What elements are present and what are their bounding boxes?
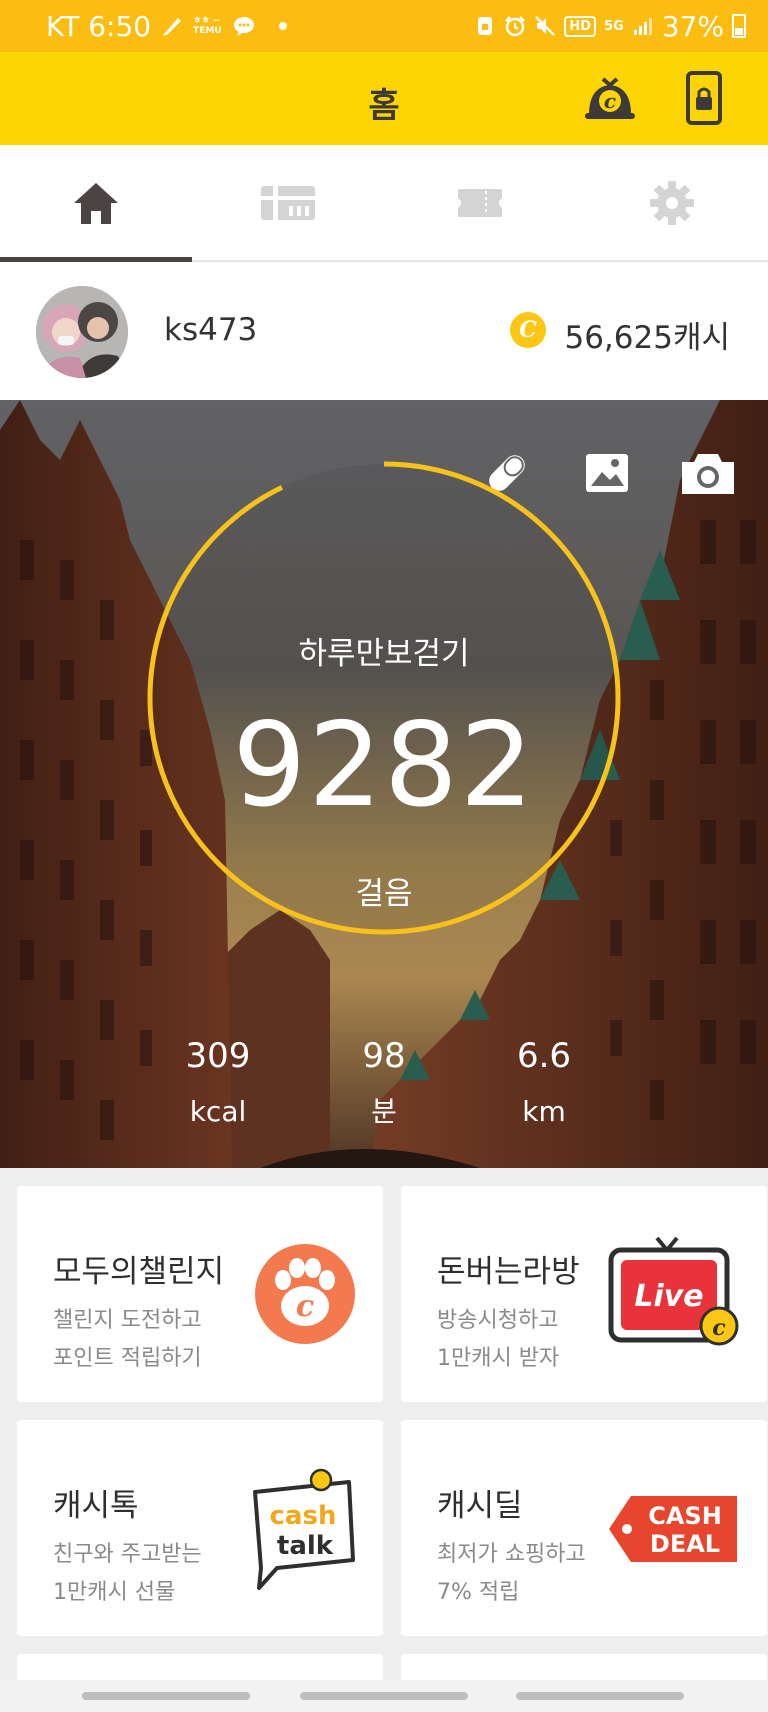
avatar-photo	[36, 286, 128, 378]
stat-value: 309	[185, 1036, 251, 1076]
home-icon	[74, 182, 118, 224]
lock-screen-button[interactable]	[674, 68, 734, 128]
battery-percent: 37%	[661, 9, 724, 43]
stat-unit: 분	[371, 1095, 397, 1128]
live-tv-icon: Live c	[608, 1236, 739, 1346]
home-button[interactable]	[300, 1692, 468, 1700]
system-nav-bar	[0, 1680, 768, 1712]
battery-icon	[732, 14, 746, 38]
live-text: Live	[634, 1279, 703, 1314]
step-count: 9282	[232, 698, 536, 833]
cash-text: CASH	[648, 1502, 722, 1530]
card-subtitle: 친구와 주고받는	[53, 1542, 202, 1567]
app-header: 홈 c	[0, 52, 768, 145]
svg-text:c: c	[712, 1315, 726, 1341]
stat-value: 98	[362, 1036, 406, 1076]
live-card[interactable]: 돈버는라방 방송시청하고 1만캐시 받자 Live c	[401, 1186, 767, 1402]
stat-minutes: 98 분	[324, 1036, 444, 1132]
status-bar: KT 6:50 ㅎㅎ ~ TEMU HD 5G 37%	[0, 0, 768, 52]
cash-balance[interactable]: 56,625캐시	[564, 312, 730, 357]
svg-text:c: c	[604, 89, 616, 113]
avatar[interactable]	[36, 286, 128, 378]
alarm-icon	[505, 16, 526, 37]
cash-bell-button[interactable]: c	[580, 68, 640, 128]
challenge-card[interactable]: 모두의챌린지 챌린지 도전하고 포인트 적립하기 c	[17, 1186, 383, 1402]
card-title: 캐시톡	[53, 1488, 139, 1524]
card-subtitle: 1만캐시 선물	[53, 1580, 176, 1605]
pedometer-hero: 하루만보걷기 9282 걸음 309 kcal 98 분 6.6 km	[0, 400, 768, 1168]
cash-bell-icon: c	[585, 77, 635, 119]
coin-icon: C	[510, 312, 546, 348]
card-subtitle: 방송시청하고	[437, 1308, 559, 1333]
recents-button[interactable]	[82, 1692, 250, 1700]
card-title: 모두의챌린지	[53, 1254, 225, 1290]
card-subtitle: 포인트 적립하기	[53, 1346, 202, 1371]
notification-text: ㅎㅎ ~ TEMU	[193, 16, 222, 36]
signal-icon	[633, 18, 652, 35]
talk-text: talk	[277, 1531, 334, 1561]
hd-badge: HD	[564, 15, 597, 37]
ticket-icon	[458, 188, 502, 217]
pedometer-title: 하루만보걷기	[298, 636, 470, 672]
svg-text:c: c	[296, 1289, 314, 1324]
mute-icon	[535, 16, 556, 36]
stat-calories: 309 kcal	[158, 1036, 278, 1132]
card-subtitle: 최저가 쇼핑하고	[437, 1542, 586, 1567]
back-button[interactable]	[516, 1692, 684, 1700]
lock-app-icon	[478, 17, 493, 35]
tab-settings[interactable]	[576, 145, 768, 260]
card-subtitle: 챌린지 도전하고	[53, 1308, 202, 1333]
tab-home[interactable]	[0, 145, 192, 262]
network-type: 5G	[604, 18, 624, 34]
card-title: 캐시딜	[437, 1488, 523, 1524]
step-unit: 걸음	[355, 876, 413, 912]
card-subtitle: 1만캐시 받자	[437, 1346, 560, 1371]
status-time: KT 6:50	[46, 9, 152, 43]
stat-distance: 6.6 km	[484, 1036, 604, 1132]
quill-icon	[163, 18, 182, 36]
page-title: 홈	[368, 86, 400, 126]
cashdeal-card[interactable]: 캐시딜 최저가 쇼핑하고 7% 적립 CASH DEAL	[401, 1420, 767, 1636]
username: ks473	[164, 312, 258, 348]
deal-text: DEAL	[650, 1530, 720, 1558]
gift-card-icon	[261, 185, 315, 220]
stat-unit: kcal	[189, 1095, 247, 1128]
stat-value: 6.6	[516, 1036, 572, 1076]
gear-icon	[650, 180, 694, 225]
cashtalk-card[interactable]: 캐시톡 친구와 주고받는 1만캐시 선물 cash talk	[17, 1420, 383, 1636]
cash-deal-tag-icon: CASH DEAL	[609, 1496, 737, 1562]
chat-bubble-icon	[234, 17, 255, 36]
paw-coin-icon: c	[255, 1244, 355, 1344]
phone-lock-icon	[686, 71, 722, 125]
tab-bar	[0, 145, 768, 262]
stat-unit: km	[522, 1095, 566, 1128]
notification-dot	[279, 22, 288, 30]
card-subtitle: 7% 적립	[437, 1580, 520, 1605]
tab-gift[interactable]	[192, 145, 384, 260]
profile-row: ks473 C 56,625캐시	[0, 262, 768, 400]
cash-talk-icon: cash talk	[253, 1468, 355, 1590]
cash-text: cash	[270, 1501, 337, 1531]
card-title: 돈버는라방	[437, 1254, 580, 1290]
tab-ticket[interactable]	[384, 145, 576, 260]
